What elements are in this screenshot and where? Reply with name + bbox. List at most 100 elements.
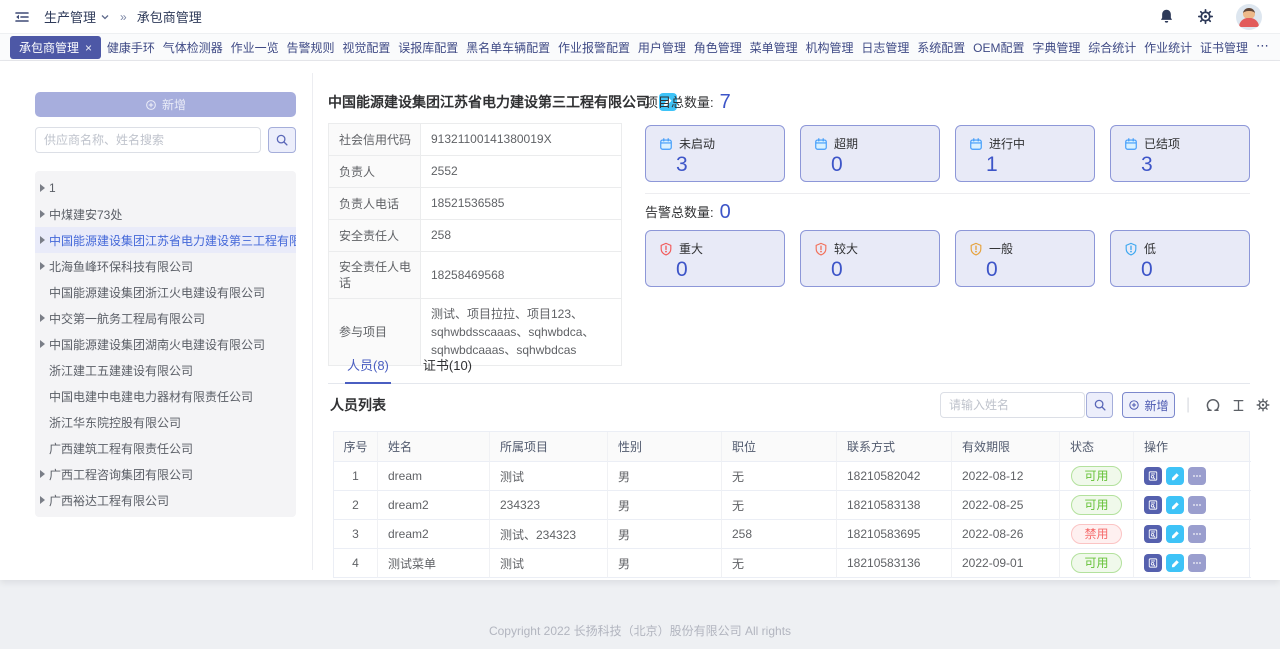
tab-视觉配置[interactable]: 视觉配置 <box>340 36 392 59</box>
tree-item-label: 中交第一航务工程局有限公司 <box>49 310 205 327</box>
tab-用户管理[interactable]: 用户管理 <box>636 36 688 59</box>
caret-right-icon[interactable] <box>40 262 45 270</box>
tree-item[interactable]: 中交第一航务工程局有限公司 <box>35 305 296 331</box>
tab-作业统计[interactable]: 作业统计 <box>1142 36 1194 59</box>
plus-circle-icon <box>145 99 157 111</box>
caret-right-icon[interactable] <box>40 236 45 244</box>
edit-icon[interactable] <box>1166 525 1184 543</box>
edit-icon[interactable] <box>1166 554 1184 572</box>
tab-综合统计[interactable]: 综合统计 <box>1086 36 1138 59</box>
stat-card-未启动: 未启动3 <box>645 125 785 182</box>
tab-承包商管理[interactable]: 承包商管理× <box>10 36 101 59</box>
tab-label: OEM配置 <box>973 41 1024 55</box>
tree-item[interactable]: 中煤建安73处 <box>35 201 296 227</box>
breadcrumb-separator-icon: » <box>120 10 127 24</box>
more-actions-icon[interactable] <box>1188 525 1206 543</box>
tree-item[interactable]: 广西工程咨询集团有限公司 <box>35 461 296 487</box>
caret-right-icon[interactable] <box>40 340 45 348</box>
cell: 测试菜单 <box>378 549 490 578</box>
stat-card-value: 0 <box>986 259 1094 281</box>
detail-tab-人员(8)[interactable]: 人员(8) <box>345 351 391 384</box>
caret-right-icon[interactable] <box>40 184 45 192</box>
settings-gear-icon[interactable] <box>1197 8 1214 25</box>
cell: 3 <box>334 520 378 549</box>
view-detail-icon[interactable] <box>1144 467 1162 485</box>
collapse-menu-icon[interactable] <box>14 9 30 25</box>
tree-item[interactable]: 中国能源建设集团江苏省电力建设第三工程有限公司 <box>35 227 296 253</box>
tab-作业一览[interactable]: 作业一览 <box>229 36 281 59</box>
tab-日志管理[interactable]: 日志管理 <box>859 36 911 59</box>
caret-right-icon[interactable] <box>40 496 45 504</box>
cell-status: 禁用 <box>1060 520 1134 549</box>
tree-item[interactable]: 中国能源建设集团湖南火电建设有限公司 <box>35 331 296 357</box>
tab-bar: 承包商管理×健康手环气体检测器作业一览告警规则视觉配置误报库配置黑名单车辆配置作… <box>0 34 1280 61</box>
tab-字典管理[interactable]: 字典管理 <box>1030 36 1082 59</box>
content-panel: 新增 1中煤建安73处中国能源建设集团江苏省电力建设第三工程有限公司北海鱼峰环保… <box>0 61 1280 580</box>
row-actions <box>1144 467 1206 485</box>
personnel-search-button[interactable] <box>1086 392 1113 418</box>
tab-证书管理[interactable]: 证书管理 <box>1198 36 1250 59</box>
sidebar-add-button[interactable]: 新增 <box>35 92 296 117</box>
cell-operations <box>1134 549 1251 578</box>
more-actions-icon[interactable] <box>1188 467 1206 485</box>
tab-OEM配置[interactable]: OEM配置 <box>971 36 1026 59</box>
more-actions-icon[interactable] <box>1188 554 1206 572</box>
stat-card-value: 3 <box>676 154 784 176</box>
tree-item-label: 广西建筑工程有限责任公司 <box>49 440 193 457</box>
personnel-list-title: 人员列表 <box>330 395 386 415</box>
stat-card-label: 一般 <box>989 240 1013 257</box>
tree-item[interactable]: 浙江建工五建建设有限公司 <box>35 357 296 383</box>
cell: 测试 <box>490 549 608 578</box>
tree-item[interactable]: 浙江华东院控股有限公司 <box>35 409 296 435</box>
company-field-row: 安全责任人258 <box>329 220 621 252</box>
caret-right-icon[interactable] <box>40 210 45 218</box>
refresh-icon[interactable] <box>1202 394 1224 416</box>
more-actions-icon[interactable] <box>1188 496 1206 514</box>
edit-icon[interactable] <box>1166 496 1184 514</box>
supplier-tree: 1中煤建安73处中国能源建设集团江苏省电力建设第三工程有限公司北海鱼峰环保科技有… <box>35 171 296 517</box>
notification-bell-icon[interactable] <box>1158 8 1175 25</box>
cell: 18210582042 <box>837 462 952 491</box>
user-avatar[interactable] <box>1236 4 1262 30</box>
tree-item[interactable]: 中国能源建设集团浙江火电建设有限公司 <box>35 279 296 305</box>
supplier-search-button[interactable] <box>268 127 296 153</box>
divider <box>312 73 313 570</box>
close-icon[interactable]: × <box>85 41 92 55</box>
tab-系统配置[interactable]: 系统配置 <box>915 36 967 59</box>
row-height-icon[interactable] <box>1227 394 1249 416</box>
cell: 18210583136 <box>837 549 952 578</box>
supplier-search-input[interactable] <box>35 127 261 153</box>
view-detail-icon[interactable] <box>1144 554 1162 572</box>
tab-气体检测器[interactable]: 气体检测器 <box>161 36 225 59</box>
edit-icon[interactable] <box>1166 467 1184 485</box>
tabs-more-button[interactable]: ⋯ <box>1256 38 1270 54</box>
module-menu[interactable]: 生产管理 <box>44 7 110 26</box>
tab-黑名单车辆配置[interactable]: 黑名单车辆配置 <box>464 36 552 59</box>
tab-机构管理[interactable]: 机构管理 <box>804 36 856 59</box>
tab-误报库配置[interactable]: 误报库配置 <box>396 36 460 59</box>
caret-right-icon[interactable] <box>40 470 45 478</box>
alert-shield-icon <box>814 242 828 256</box>
stat-card-head: 一般 <box>969 240 1094 257</box>
field-label: 安全责任人电话 <box>329 252 421 298</box>
tab-健康手环[interactable]: 健康手环 <box>105 36 157 59</box>
column-header-操作: 操作 <box>1134 432 1251 462</box>
view-detail-icon[interactable] <box>1144 496 1162 514</box>
view-detail-icon[interactable] <box>1144 525 1162 543</box>
tree-item[interactable]: 1 <box>35 175 296 201</box>
personnel-toolbar: 新增 | <box>940 392 1274 418</box>
tree-item[interactable]: 广西裕达工程有限公司 <box>35 487 296 513</box>
caret-right-icon[interactable] <box>40 314 45 322</box>
tree-item[interactable]: 北海鱼峰环保科技有限公司 <box>35 253 296 279</box>
tab-告警规则[interactable]: 告警规则 <box>285 36 337 59</box>
detail-tab-证书(10)[interactable]: 证书(10) <box>421 351 474 383</box>
tab-作业报警配置[interactable]: 作业报警配置 <box>556 36 632 59</box>
tab-菜单管理[interactable]: 菜单管理 <box>748 36 800 59</box>
personnel-search-input[interactable] <box>940 392 1085 418</box>
add-personnel-button[interactable]: 新增 <box>1122 392 1175 418</box>
tree-item[interactable]: 广西建筑工程有限责任公司 <box>35 435 296 461</box>
table-settings-gear-icon[interactable] <box>1252 394 1274 416</box>
stat-card-label: 超期 <box>834 135 858 152</box>
tab-角色管理[interactable]: 角色管理 <box>692 36 744 59</box>
tree-item[interactable]: 中国电建中电建电力器材有限责任公司 <box>35 383 296 409</box>
